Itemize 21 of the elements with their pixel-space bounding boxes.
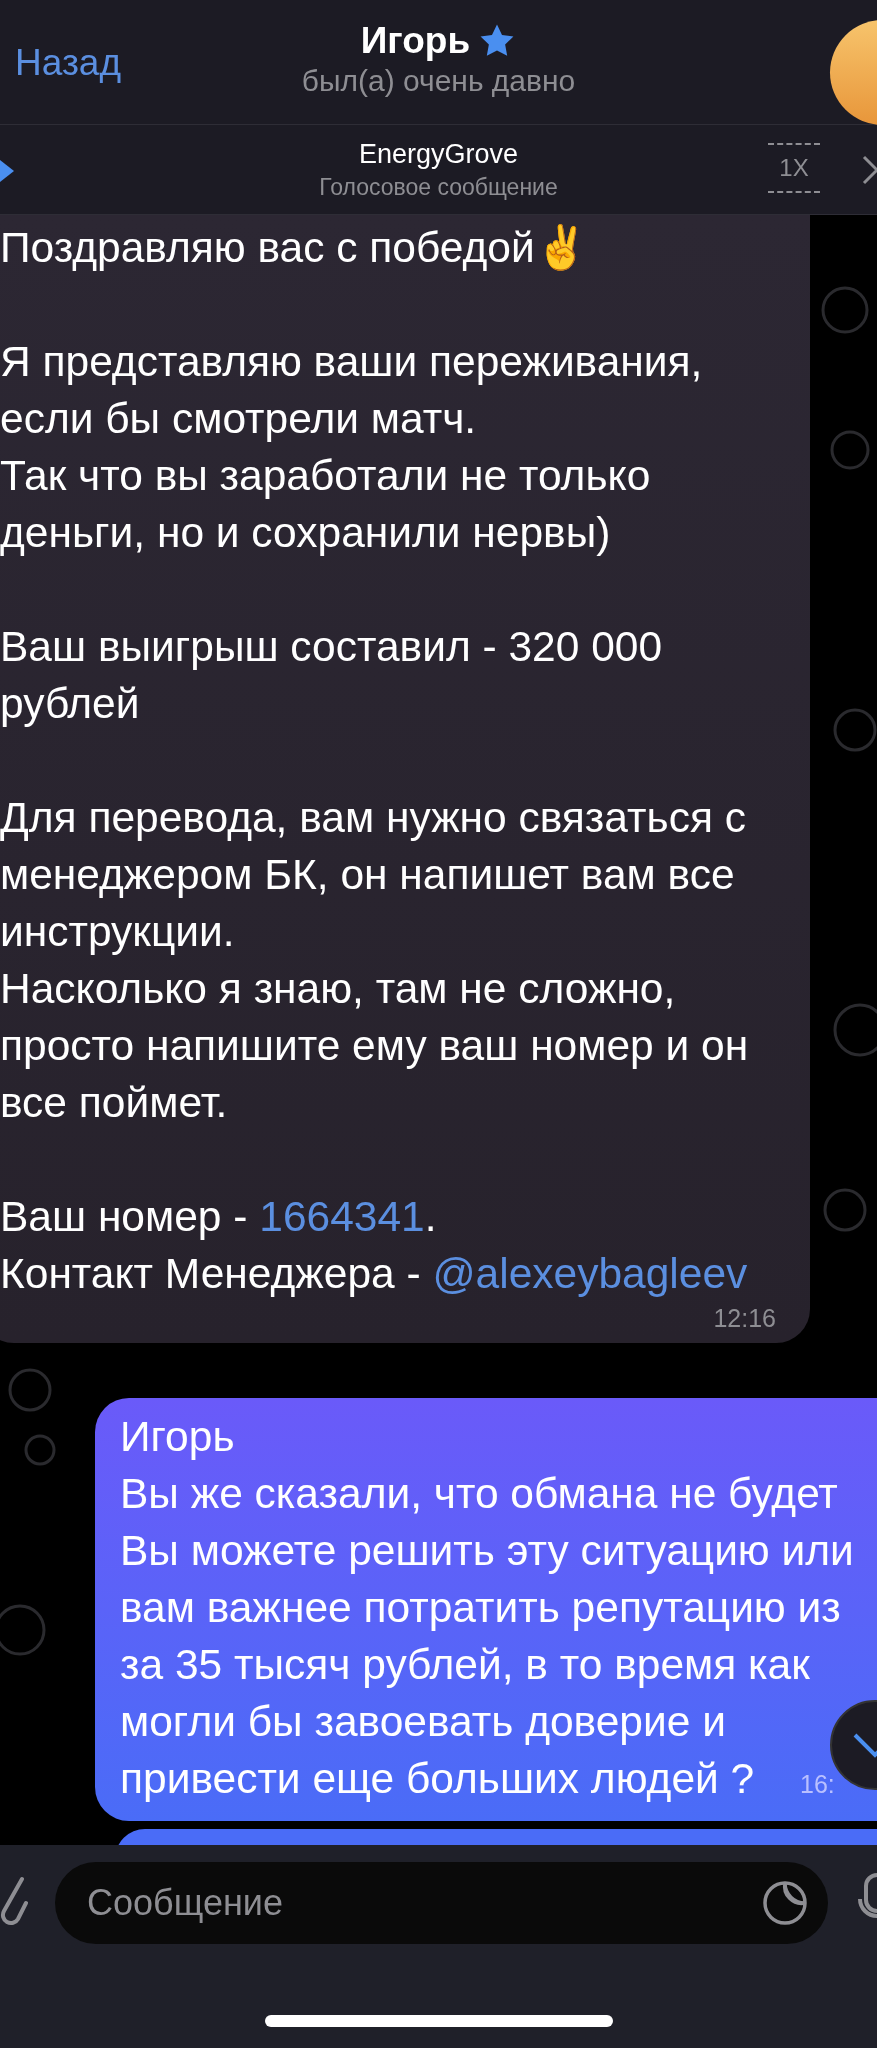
message-link[interactable]: 1664341: [259, 1193, 425, 1240]
message-line: привести еще больших людей ?: [120, 1754, 755, 1804]
message-time: 12:16: [713, 1304, 776, 1333]
playback-speed-button[interactable]: 1X: [768, 143, 820, 193]
last-seen-status: был(а) очень давно: [301, 64, 576, 98]
message-input[interactable]: Сообщение: [55, 1862, 828, 1944]
message-line: вам важнее потратить репутацию из: [120, 1583, 841, 1633]
back-button[interactable]: Назад: [15, 42, 121, 84]
message-link[interactable]: @alexeybagleev: [432, 1250, 748, 1297]
message-line: Вы можете решить эту ситуацию или: [120, 1526, 854, 1576]
chat-title: Игорь: [360, 20, 471, 62]
message-line: за 35 тысяч рублей, в то время как: [120, 1640, 810, 1690]
sticker-icon[interactable]: [762, 1880, 808, 1926]
message-time: 16:: [800, 1770, 835, 1799]
play-icon[interactable]: [0, 160, 14, 182]
message-line: Игорь: [120, 1412, 235, 1462]
audio-title: EnergyGrove: [358, 138, 519, 170]
message-line: Вы же сказали, что обмана не будет: [120, 1469, 838, 1519]
message-text: Поздравляю вас с победой✌ Я представляю ваши переживания, если бы смотрели матч. Так что вы заработали не только деньги, но и сохранили нервы) Ваш выигрыш составил - 320 000 рублей Для перевода, вам нужно связаться с менеджером БК, он напишет вам все инструкции. Насколько я знаю, там не сложно, просто напишите ему ваш номер и он все поймет. Ваш номер - 1664341. Контакт Менеджера - @alexeybagleev: [0, 223, 749, 1299]
message-line: могли бы завоевать доверие и: [120, 1697, 726, 1747]
audio-subtitle: Голосовое сообщение: [319, 173, 558, 201]
